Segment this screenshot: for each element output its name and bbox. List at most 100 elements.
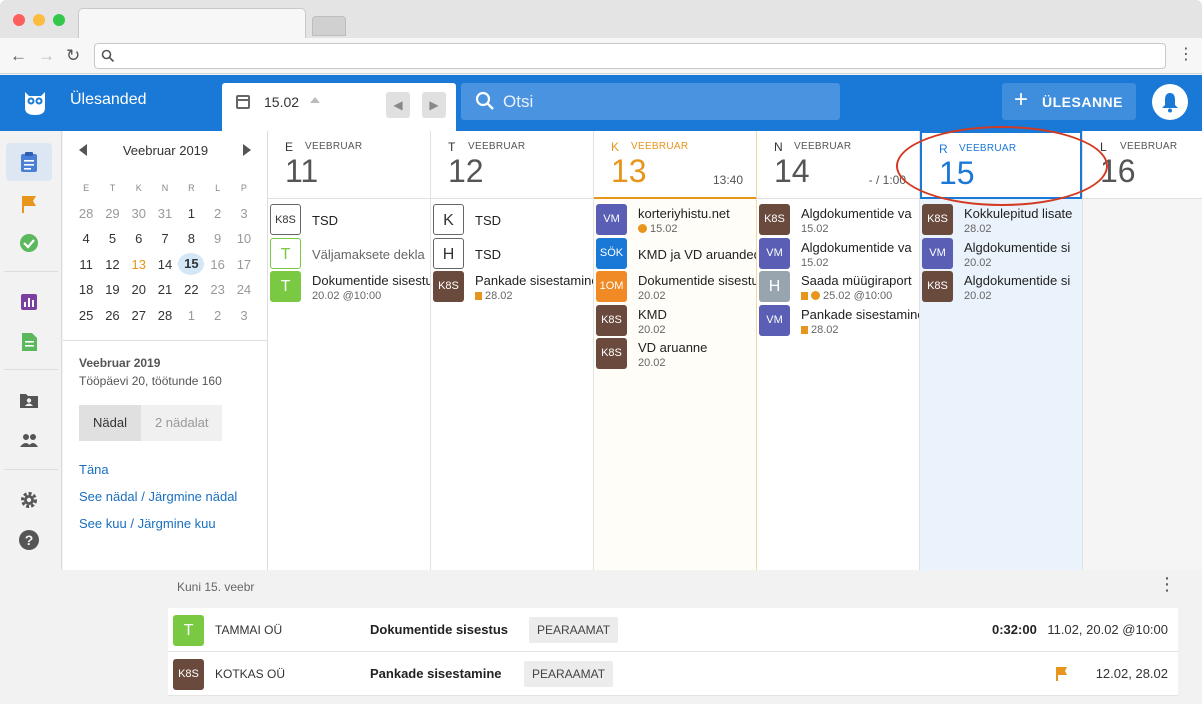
task-item[interactable]: K8S Algdokumentide si 20.02 (922, 270, 1080, 302)
task-item[interactable]: VM Algdokumentide va 15.02 (759, 237, 917, 269)
date-picker[interactable]: 15.02 ◀ ▶ (222, 83, 456, 131)
calendar-day[interactable]: 19 (99, 282, 125, 297)
day-column[interactable]: L VEEBRUAR 16 (1083, 131, 1202, 570)
calendar-day[interactable]: 15 (178, 253, 205, 276)
link-today[interactable]: Täna (79, 462, 109, 477)
browser-tab-new[interactable] (312, 16, 346, 36)
clipboard-icon[interactable] (18, 151, 40, 173)
link-this-month[interactable]: See kuu (79, 516, 127, 531)
task-item[interactable]: K TSD (433, 203, 591, 235)
calendar-day[interactable]: 30 (126, 206, 152, 221)
add-task-button[interactable]: + ÜLESANNE (1002, 83, 1136, 120)
calendar-day[interactable]: 12 (99, 257, 125, 272)
calendar-day[interactable]: 6 (126, 231, 152, 246)
people-icon[interactable] (18, 429, 40, 451)
report-chart-icon[interactable] (18, 291, 40, 313)
gear-icon[interactable] (18, 489, 40, 511)
calendar-day[interactable]: 13 (126, 257, 152, 272)
notifications-button[interactable] (1152, 84, 1188, 120)
day-header[interactable]: L VEEBRUAR 16 (1083, 131, 1202, 199)
task-item[interactable]: SÖK KMD ja VD aruanded (596, 237, 756, 269)
task-item[interactable]: 1OM Dokumentide sisestus 20.02 (596, 270, 756, 302)
view-two-weeks-button[interactable]: 2 nädalat (140, 405, 223, 441)
more-options-icon[interactable]: ⋮ (1158, 574, 1176, 595)
task-item[interactable]: K8S Pankade sisestamine 28.02 (433, 270, 593, 302)
prev-week-button[interactable]: ◀ (386, 92, 410, 118)
calendar-day[interactable]: 25 (73, 308, 99, 323)
calendar-day[interactable]: 22 (178, 282, 204, 297)
day-header[interactable]: E VEEBRUAR 11 (268, 131, 430, 199)
calendar-day[interactable]: 1 (178, 308, 204, 323)
close-window-button[interactable] (13, 14, 25, 26)
next-month-icon[interactable] (243, 144, 251, 156)
contact-folder-icon[interactable] (18, 389, 40, 411)
calendar-day[interactable]: 23 (204, 282, 230, 297)
task-item[interactable]: K8S VD aruanne 20.02 (596, 337, 754, 369)
task-item[interactable]: K8S Kokkulepitud lisate 28.02 (922, 203, 1080, 235)
calendar-day[interactable]: 18 (73, 282, 99, 297)
minimize-window-button[interactable] (33, 14, 45, 26)
flag-icon[interactable] (18, 193, 40, 215)
task-item[interactable]: VM Pankade sisestamine 28.02 (759, 304, 919, 336)
task-item[interactable]: K8S KMD 20.02 (596, 304, 754, 336)
day-column[interactable]: E VEEBRUAR 11 K8S TSD T Väljamaksete dekla T Dok… (268, 131, 431, 570)
calendar-day[interactable]: 24 (231, 282, 257, 297)
task-item[interactable]: T Väljamaksete dekla (270, 237, 428, 269)
calendar-day[interactable]: 17 (231, 257, 257, 272)
link-this-week[interactable]: See nädal (79, 489, 138, 504)
day-header[interactable]: N VEEBRUAR 14 - / 1:00 (757, 131, 919, 199)
calendar-day[interactable]: 31 (152, 206, 178, 221)
maximize-window-button[interactable] (53, 14, 65, 26)
day-column[interactable]: N VEEBRUAR 14 - / 1:00 K8S Algdokumentide va 1… (757, 131, 920, 570)
check-circle-icon[interactable] (18, 232, 40, 254)
calendar-day[interactable]: 21 (152, 282, 178, 297)
calendar-day[interactable]: 20 (126, 282, 152, 297)
day-column[interactable]: R VEEBRUAR 15 K8S Kokkulepitud lisate 28.02 VM… (920, 131, 1083, 570)
link-next-month[interactable]: Järgmine kuu (138, 516, 216, 531)
calendar-day[interactable]: 3 (231, 206, 257, 221)
task-item[interactable]: K8S TSD (270, 203, 428, 235)
next-week-button[interactable]: ▶ (422, 92, 446, 118)
calendar-day[interactable]: 29 (99, 206, 125, 221)
calendar-day[interactable]: 2 (204, 308, 230, 323)
calendar-day[interactable]: 8 (178, 231, 204, 246)
calendar-day[interactable]: 28 (152, 308, 178, 323)
task-item[interactable]: VM korteriyhistu.net 15.02 (596, 203, 754, 235)
task-item[interactable]: H TSD (433, 237, 591, 269)
calendar-day[interactable]: 5 (99, 231, 125, 246)
calendar-day[interactable]: 4 (73, 231, 99, 246)
day-column[interactable]: T VEEBRUAR 12 K TSD H TSD K8S Pankade sisestamin… (431, 131, 594, 570)
day-header[interactable]: T VEEBRUAR 12 (431, 131, 593, 199)
back-arrow-icon[interactable]: ← (10, 46, 27, 66)
view-week-button[interactable]: Nädal (79, 405, 141, 441)
day-header[interactable]: K VEEBRUAR 13 13:40 (594, 131, 756, 199)
task-list-row[interactable]: K8S KOTKAS OÜ Pankade sisestamine PEARAAMAT… (168, 652, 1178, 696)
day-header[interactable]: R VEEBRUAR 15 (920, 131, 1082, 199)
calendar-day[interactable]: 10 (231, 231, 257, 246)
day-column[interactable]: K VEEBRUAR 13 13:40 VM korteriyhistu.net 15.02… (594, 131, 757, 570)
calendar-day[interactable]: 3 (231, 308, 257, 323)
task-item[interactable]: K8S Algdokumentide va 15.02 (759, 203, 917, 235)
browser-tab-active[interactable] (78, 8, 306, 39)
calendar-day[interactable]: 7 (152, 231, 178, 246)
calendar-day[interactable]: 14 (152, 257, 178, 272)
browser-menu-icon[interactable]: ⋮ (1178, 46, 1194, 64)
calendar-day[interactable]: 16 (204, 257, 230, 272)
calendar-day[interactable]: 28 (73, 206, 99, 221)
calendar-day[interactable]: 11 (73, 257, 99, 272)
calendar-day[interactable]: 9 (204, 231, 230, 246)
forward-arrow-icon[interactable]: → (38, 46, 55, 66)
reload-icon[interactable]: ↻ (66, 46, 80, 66)
link-next-week[interactable]: Järgmine nädal (148, 489, 237, 504)
document-icon[interactable] (18, 331, 40, 353)
task-item[interactable]: H Saada müügiraport 25.02 @10:00 (759, 270, 917, 302)
task-item[interactable]: T Dokumentide sisestus 20.02 @10:00 (270, 270, 430, 302)
caret-up-icon[interactable] (310, 97, 320, 103)
help-icon[interactable]: ? (18, 529, 40, 551)
task-item[interactable]: VM Algdokumentide si 20.02 (922, 237, 1080, 269)
calendar-day[interactable]: 2 (204, 206, 230, 221)
calendar-day[interactable]: 1 (178, 206, 204, 221)
calendar-day[interactable]: 26 (99, 308, 125, 323)
address-bar[interactable] (94, 43, 1166, 69)
calendar-day[interactable]: 27 (126, 308, 152, 323)
